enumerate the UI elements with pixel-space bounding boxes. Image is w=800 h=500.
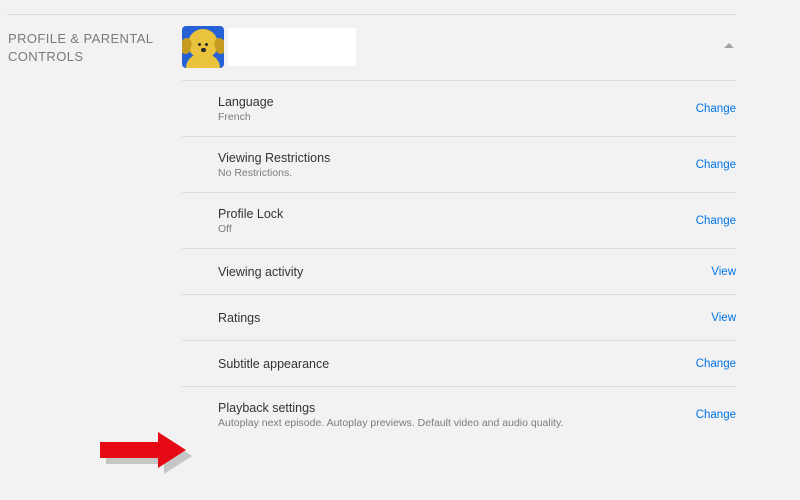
change-link-language[interactable]: Change [696,103,736,115]
profile-header[interactable] [182,14,736,80]
profile-name-wrap [228,28,356,66]
row-sub: Autoplay next episode. Autoplay previews… [218,417,563,429]
row-ratings: Ratings View [182,294,736,340]
row-language: Language French Change [182,80,736,136]
change-link-viewing-restrictions[interactable]: Change [696,159,736,171]
row-title: Playback settings [218,401,563,415]
row-subtitle-appearance: Subtitle appearance Change [182,340,736,386]
row-title: Viewing Restrictions [218,151,330,165]
row-profile-lock: Profile Lock Off Change [182,192,736,248]
row-sub: No Restrictions. [218,167,330,179]
row-viewing-activity: Viewing activity View [182,248,736,294]
section-title: PROFILE & PARENTAL CONTROLS [8,30,182,65]
view-link-viewing-activity[interactable]: View [711,266,736,278]
change-link-playback-settings[interactable]: Change [696,409,736,421]
row-playback-settings: Playback settings Autoplay next episode.… [182,386,736,442]
row-sub: French [218,111,274,123]
change-link-profile-lock[interactable]: Change [696,215,736,227]
row-title: Subtitle appearance [218,357,329,371]
row-title: Profile Lock [218,207,283,221]
row-title: Viewing activity [218,265,303,279]
row-title: Language [218,95,274,109]
annotation-arrow-icon [100,442,158,458]
chevron-up-icon [724,43,734,48]
profile-avatar [182,26,224,68]
row-title: Ratings [218,311,260,325]
collapse-button[interactable] [722,40,736,54]
row-viewing-restrictions: Viewing Restrictions No Restrictions. Ch… [182,136,736,192]
view-link-ratings[interactable]: View [711,312,736,324]
change-link-subtitle-appearance[interactable]: Change [696,358,736,370]
row-sub: Off [218,223,283,235]
